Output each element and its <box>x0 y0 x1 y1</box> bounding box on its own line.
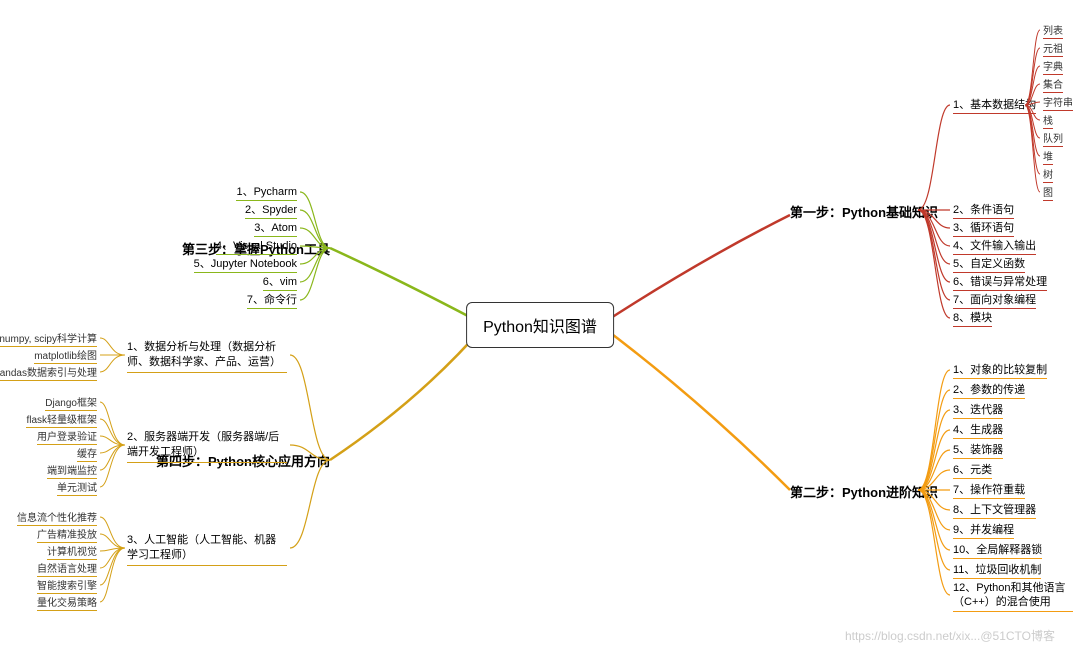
center-node: Python知识图谱 <box>466 302 614 348</box>
